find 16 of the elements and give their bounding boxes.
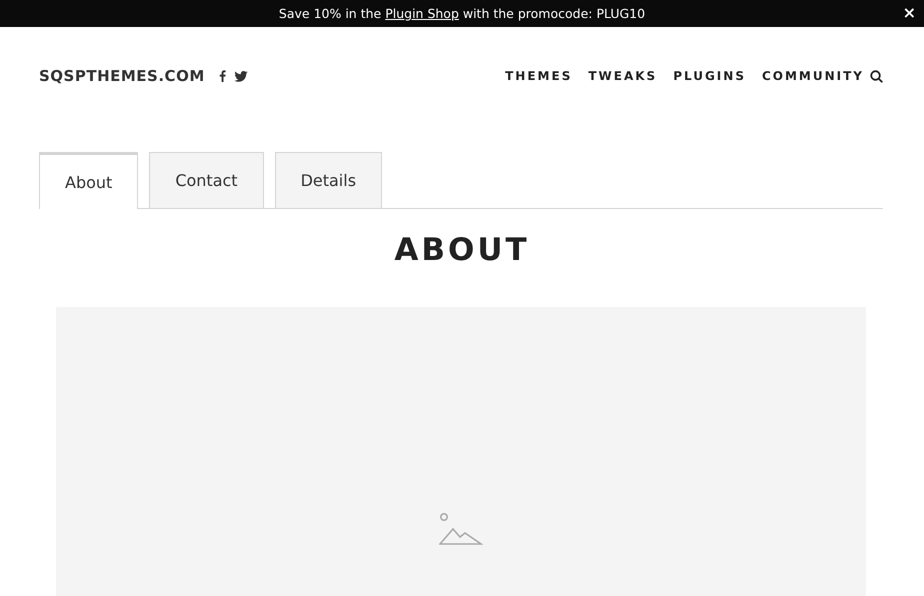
search-icon[interactable] xyxy=(870,70,883,82)
section-heading: ABOUT xyxy=(394,232,530,268)
plugin-shop-link[interactable]: Plugin Shop xyxy=(385,6,459,21)
image-icon xyxy=(439,513,483,546)
nav-link[interactable]: COMMUNITY xyxy=(762,69,864,83)
nav-link[interactable]: TWEAKS xyxy=(588,69,658,83)
twitter-icon[interactable] xyxy=(234,70,248,82)
close-button[interactable]: × xyxy=(900,3,918,23)
tab[interactable]: Details xyxy=(274,152,382,208)
nav-link[interactable]: PLUGINS xyxy=(673,69,746,83)
tab[interactable]: Contact xyxy=(149,152,264,208)
promo-message: Save 10% in the Plugin Shop with the promocode: PLUG10 xyxy=(278,6,646,21)
nav-link[interactable]: THEMES xyxy=(505,69,572,83)
tab[interactable]: About xyxy=(39,152,138,209)
facebook-icon[interactable] xyxy=(218,70,226,82)
site-logo[interactable]: SQSPTHEMES.COM xyxy=(39,67,205,85)
